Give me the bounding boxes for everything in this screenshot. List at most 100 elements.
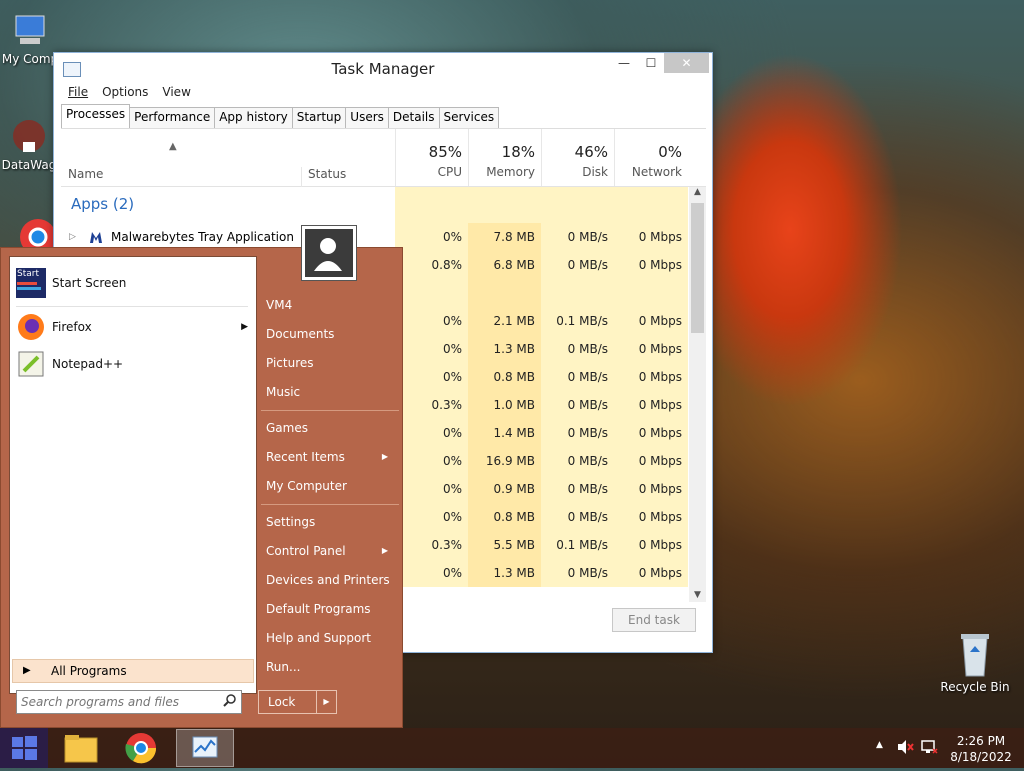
cell-disk: 0.1 MB/s	[541, 307, 614, 335]
malwarebytes-icon	[90, 232, 102, 243]
search-input[interactable]	[17, 691, 219, 713]
desktop-icon-chrome-partial[interactable]	[16, 215, 56, 255]
column-name[interactable]: Name	[68, 167, 103, 181]
memory-percent: 18%	[501, 143, 535, 161]
right-item-run[interactable]: Run...	[266, 656, 396, 678]
title-bar[interactable]: Task Manager — ☐ ✕	[54, 53, 712, 83]
program-notepadpp[interactable]: Notepad++	[16, 346, 250, 382]
tab-users[interactable]: Users	[345, 107, 389, 129]
tab-performance[interactable]: Performance	[129, 107, 216, 129]
cell-memory: 1.4 MB	[468, 419, 541, 447]
menu-options[interactable]: Options	[102, 85, 148, 99]
firefox-icon	[18, 314, 44, 340]
desktop-icon-datawag[interactable]: DataWag	[0, 116, 58, 172]
lock-button[interactable]: Lock ▶	[258, 690, 337, 714]
tab-strip: Processes Performance App history Startu…	[61, 104, 500, 129]
minimize-button[interactable]: —	[610, 53, 638, 73]
memory-label: Memory	[486, 165, 535, 179]
divider	[261, 410, 399, 411]
tab-details[interactable]: Details	[387, 107, 440, 129]
right-item-devices-printers[interactable]: Devices and Printers	[266, 569, 396, 591]
chrome-icon	[20, 219, 56, 255]
folder-icon	[64, 735, 98, 763]
maximize-button[interactable]: ☐	[638, 53, 664, 73]
show-hidden-icons-icon[interactable]: ▲	[876, 740, 883, 750]
user-silhouette-icon	[305, 229, 353, 277]
divider	[16, 306, 248, 307]
volume-muted-icon[interactable]	[896, 738, 914, 759]
cell-network: 0 Mbps	[614, 531, 688, 559]
right-item-help-support[interactable]: Help and Support	[266, 627, 396, 649]
column-status[interactable]: Status	[301, 167, 346, 187]
cell-memory	[468, 279, 541, 307]
submenu-arrow-icon: ▶	[381, 546, 388, 555]
cell-disk: 0 MB/s	[541, 391, 614, 419]
column-cpu[interactable]: 85% CPU	[395, 129, 468, 186]
lock-options-arrow-icon[interactable]: ▶	[316, 691, 336, 713]
column-memory[interactable]: 18% Memory	[468, 129, 541, 186]
cell-cpu: 0%	[395, 335, 468, 363]
program-label: Firefox	[52, 320, 92, 334]
cell-disk: 0 MB/s	[541, 335, 614, 363]
user-avatar[interactable]	[301, 225, 357, 281]
program-start-screen[interactable]: Start Start Screen	[16, 265, 250, 301]
cell-disk: 0 MB/s	[541, 251, 614, 279]
cell-cpu: 0%	[395, 307, 468, 335]
taskbar-task-manager[interactable]	[176, 729, 234, 767]
clock[interactable]: 2:26 PM 8/18/2022	[950, 733, 1012, 765]
right-item-recent-items[interactable]: Recent Items ▶	[266, 446, 396, 468]
right-item-games[interactable]: Games	[266, 417, 396, 439]
submenu-arrow-icon: ▶	[241, 322, 248, 332]
right-item-pictures[interactable]: Pictures	[266, 352, 396, 374]
right-item-control-panel[interactable]: Control Panel ▶	[266, 540, 396, 562]
close-button[interactable]: ✕	[664, 53, 709, 73]
taskbar-chrome[interactable]	[118, 730, 164, 766]
cell-memory: 0.9 MB	[468, 475, 541, 503]
start-programs-pane: Start Start Screen Firefox ▶ Notepad++ ▶…	[9, 256, 257, 694]
cell-network: 0 Mbps	[614, 447, 688, 475]
end-task-button[interactable]: End task	[612, 608, 696, 632]
cell-disk: 0 MB/s	[541, 419, 614, 447]
program-firefox[interactable]: Firefox ▶	[16, 309, 250, 345]
menu-view[interactable]: View	[162, 85, 190, 99]
right-item-my-computer[interactable]: My Computer	[266, 475, 396, 497]
cell-disk	[541, 279, 614, 307]
group-header-apps[interactable]: Apps (2)	[61, 187, 689, 223]
cell-cpu: 0%	[395, 475, 468, 503]
cell-cpu: 0%	[395, 223, 468, 251]
submenu-arrow-icon: ▶	[381, 452, 388, 461]
desktop-icon-my-computer[interactable]: My Comp	[0, 10, 60, 66]
clock-date: 8/18/2022	[950, 750, 1012, 764]
start-button[interactable]	[0, 728, 48, 768]
tab-services[interactable]: Services	[438, 107, 500, 129]
cell-cpu: 0.3%	[395, 531, 468, 559]
all-programs-button[interactable]: ▶ All Programs	[12, 659, 254, 683]
right-item-settings[interactable]: Settings	[266, 511, 396, 533]
right-item-default-programs[interactable]: Default Programs	[266, 598, 396, 620]
column-network[interactable]: 0% Network	[614, 129, 688, 186]
chrome-icon	[125, 733, 157, 764]
cell-bg	[395, 187, 468, 223]
cell-bg	[468, 187, 541, 223]
right-item-documents[interactable]: Documents	[266, 323, 396, 345]
cell-memory: 5.5 MB	[468, 531, 541, 559]
taskbar-file-explorer[interactable]	[58, 730, 104, 766]
desktop-icon-recycle-bin[interactable]: Recycle Bin	[940, 630, 1010, 694]
tab-app-history[interactable]: App history	[214, 107, 293, 129]
start-search-box[interactable]	[16, 690, 242, 714]
network-icon[interactable]	[920, 738, 938, 759]
scroll-up-icon[interactable]: ▲	[689, 187, 706, 197]
taskbar: ▲ 2:26 PM 8/18/2022	[0, 728, 1024, 768]
scroll-thumb[interactable]	[691, 203, 704, 333]
scroll-down-icon[interactable]: ▼	[689, 590, 706, 600]
tab-processes[interactable]: Processes	[61, 104, 131, 129]
right-item-vm4[interactable]: VM4	[266, 294, 396, 316]
cell-memory: 1.3 MB	[468, 559, 541, 587]
vertical-scrollbar[interactable]: ▲ ▼	[689, 187, 706, 602]
cell-bg	[614, 187, 688, 223]
column-disk[interactable]: 46% Disk	[541, 129, 614, 186]
menu-file[interactable]: File	[68, 85, 88, 99]
search-icon[interactable]	[223, 693, 237, 710]
tab-startup[interactable]: Startup	[291, 107, 347, 129]
right-item-music[interactable]: Music	[266, 381, 396, 403]
